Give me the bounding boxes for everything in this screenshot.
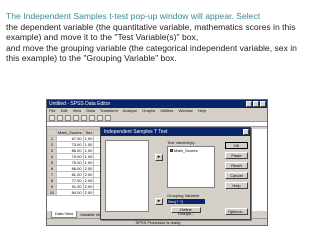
menu-utilities[interactable]: Utilities bbox=[160, 108, 173, 113]
help-button[interactable]: Help bbox=[225, 182, 248, 189]
table-row: 10 84.00 2.00 bbox=[47, 189, 107, 196]
independent-t-test-dialog: Independent Samples T Test ▸ Test Variab… bbox=[100, 127, 251, 220]
save-icon[interactable] bbox=[57, 115, 63, 121]
menu-transform[interactable]: Transform bbox=[100, 108, 118, 113]
menu-data[interactable]: Data bbox=[86, 108, 94, 113]
toolbar bbox=[47, 114, 267, 122]
sex-cell[interactable]: 2.00 bbox=[82, 171, 95, 178]
sex-cell[interactable]: 1.00 bbox=[82, 141, 95, 148]
sex-cell[interactable]: 2.00 bbox=[82, 183, 95, 190]
caption-line: The Independent Samples t-test pop-up wi… bbox=[6, 11, 261, 21]
menu-help[interactable]: Help bbox=[198, 108, 206, 113]
ok-button[interactable]: OK bbox=[225, 142, 248, 149]
print-icon[interactable] bbox=[65, 115, 71, 121]
move-to-grouping-variable-button[interactable]: ▸ bbox=[155, 198, 163, 205]
menu-view[interactable]: View bbox=[73, 108, 82, 113]
grouping-variable-field[interactable]: Sex(? ?) bbox=[167, 199, 205, 204]
sex-cell[interactable]: 1.00 bbox=[82, 135, 95, 142]
menu-graphs[interactable]: Graphs bbox=[142, 108, 155, 113]
menu-window[interactable]: Window bbox=[178, 108, 192, 113]
sex-cell[interactable]: 1.00 bbox=[82, 153, 95, 160]
minimize-button[interactable] bbox=[246, 101, 252, 107]
sex-cell[interactable]: 2.00 bbox=[82, 177, 95, 184]
split-file-icon[interactable] bbox=[105, 115, 111, 121]
maximize-button[interactable] bbox=[253, 101, 259, 107]
options-button[interactable]: Options... bbox=[225, 208, 248, 215]
dialog-title: Independent Samples T Test bbox=[104, 129, 168, 135]
undo-icon[interactable] bbox=[73, 115, 79, 121]
grouping-variable-label: Grouping Variable: bbox=[167, 193, 201, 198]
sex-cell[interactable]: 2.00 bbox=[82, 189, 95, 196]
reset-button[interactable]: Reset bbox=[225, 162, 248, 169]
insert-case-icon[interactable] bbox=[97, 115, 103, 121]
sex-cell[interactable]: 1.00 bbox=[82, 147, 95, 154]
column-header[interactable]: Math_Scores bbox=[56, 129, 84, 136]
caption-line: this example) to the "Grouping Variable"… bbox=[6, 53, 177, 64]
menu-analyze[interactable]: Analyze bbox=[123, 108, 137, 113]
close-button[interactable] bbox=[260, 101, 266, 107]
test-variable-name: Math_Scores bbox=[174, 148, 198, 153]
tab-data-view[interactable]: Data View bbox=[51, 211, 78, 218]
list-item[interactable]: Math_Scores bbox=[168, 147, 214, 154]
test-variables-label: Test Variable(s): bbox=[167, 140, 196, 145]
paste-button[interactable]: Paste bbox=[225, 152, 248, 159]
caption-line: and move the grouping variable (the cate… bbox=[6, 42, 297, 53]
move-to-test-variable-button[interactable]: ▸ bbox=[155, 154, 163, 161]
math-cell[interactable]: 84.00 bbox=[56, 189, 84, 196]
open-icon[interactable] bbox=[49, 115, 55, 121]
window-title: Untitled - SPSS Data Editor bbox=[49, 101, 111, 107]
test-variables-list[interactable]: Math_Scores bbox=[167, 146, 215, 188]
menu-file[interactable]: File bbox=[49, 108, 55, 113]
source-variable-list[interactable] bbox=[105, 140, 149, 212]
row-number[interactable]: 10 bbox=[47, 189, 57, 196]
close-button[interactable] bbox=[243, 129, 249, 135]
caption-line: the dependent variable (the quantitative… bbox=[6, 21, 296, 32]
column-header[interactable]: Sex bbox=[82, 129, 95, 136]
arrow-right-icon: ▸ bbox=[157, 154, 161, 160]
menu-edit[interactable]: Edit bbox=[61, 108, 68, 113]
scale-variable-icon bbox=[170, 149, 173, 152]
sex-cell[interactable]: 2.00 bbox=[82, 165, 95, 172]
instruction-text: The Independent Samples t-test pop-up wi… bbox=[6, 11, 316, 64]
chart-icon[interactable] bbox=[81, 115, 87, 121]
sex-cell[interactable]: 1.00 bbox=[82, 159, 95, 166]
arrow-right-icon: ▸ bbox=[157, 198, 161, 204]
caption-line: example) and move it to the "Test Variab… bbox=[6, 32, 199, 43]
define-groups-button[interactable]: Define Groups... bbox=[171, 207, 201, 216]
dialog-titlebar: Independent Samples T Test bbox=[101, 128, 250, 136]
find-icon[interactable] bbox=[89, 115, 95, 121]
window-titlebar: Untitled - SPSS Data Editor bbox=[47, 100, 267, 108]
cancel-button[interactable]: Cancel bbox=[225, 172, 248, 179]
